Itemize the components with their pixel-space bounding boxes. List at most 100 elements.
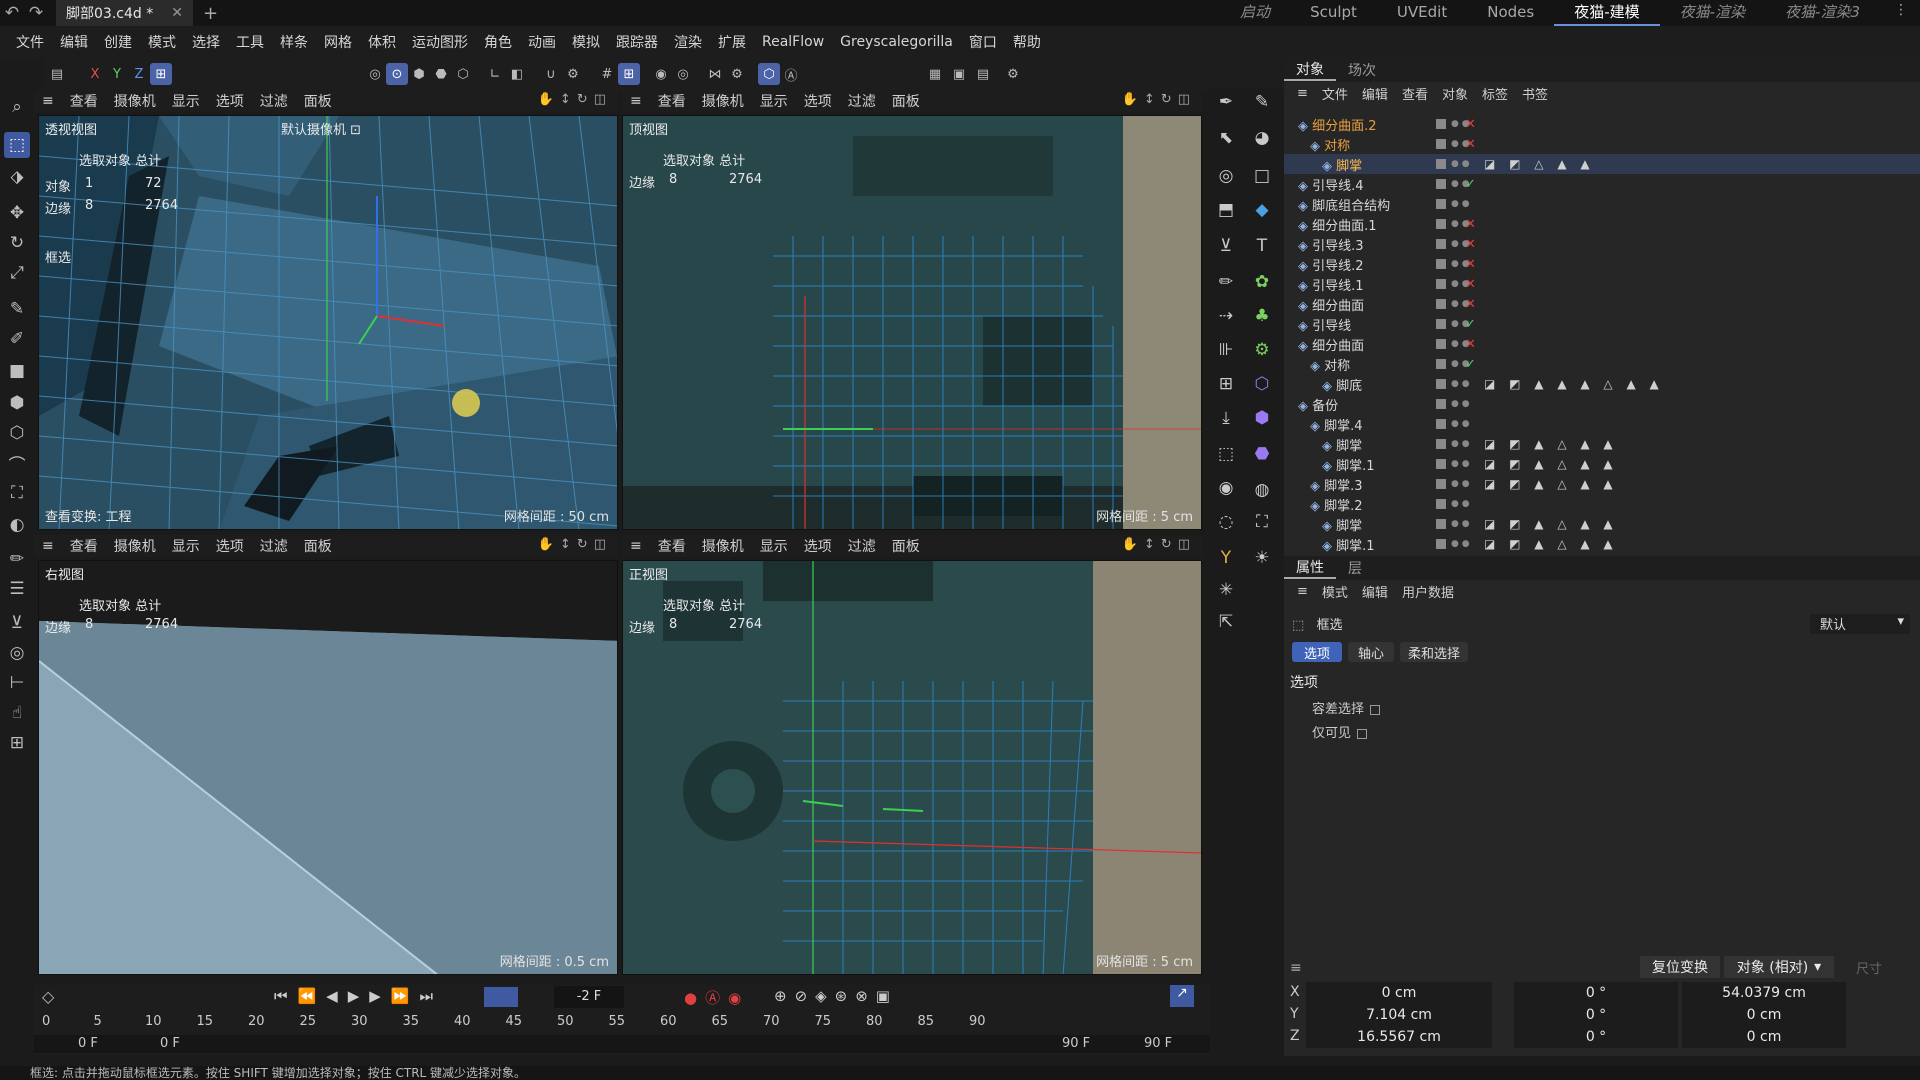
record-controls[interactable]: ●Ⓐ◉ bbox=[684, 987, 749, 1008]
points-mode-icon[interactable]: ⊙ bbox=[386, 63, 408, 85]
environment-icon[interactable]: ⌒ bbox=[4, 450, 30, 476]
coord-field[interactable]: 0 ° bbox=[1514, 1026, 1678, 1048]
attr-tab[interactable]: 属性 bbox=[1284, 557, 1336, 579]
viewport-menu-item[interactable]: 摄像机 bbox=[106, 536, 164, 556]
axis-mode-icon[interactable]: ∟ bbox=[484, 63, 506, 85]
viewport-menu-item[interactable]: 过滤 bbox=[840, 91, 884, 111]
object-row[interactable]: ◈ 细分曲面.1 ● ● ✕ bbox=[1284, 214, 1920, 234]
extrude-icon[interactable]: ⬒ bbox=[1212, 196, 1240, 224]
tab-objects[interactable]: 场次 bbox=[1336, 60, 1388, 80]
layer-swatch[interactable] bbox=[1436, 439, 1446, 449]
coord-field[interactable]: 0 ° bbox=[1514, 1004, 1678, 1026]
visibility-dots[interactable]: ● ● bbox=[1451, 200, 1470, 209]
keyframe-icon[interactable]: ◇ bbox=[42, 987, 54, 1006]
knife-icon[interactable]: ✐ bbox=[4, 326, 30, 352]
more-icon[interactable]: ⋮ bbox=[1894, 2, 1908, 18]
export-icon[interactable]: ⇱ bbox=[1212, 608, 1240, 636]
attr-menu-item[interactable]: 用户数据 bbox=[1395, 582, 1461, 601]
object-row[interactable]: ◈ 脚掌.1 ● ● ◪ ◩ ▲ △ ▲ ▲ bbox=[1284, 534, 1920, 554]
menu-item[interactable]: 运动图形 bbox=[404, 32, 476, 52]
snap-grid-icon[interactable]: # bbox=[596, 63, 618, 85]
viewport-menu-item[interactable]: 选项 bbox=[208, 536, 252, 556]
coord-field[interactable]: 54.0379 cm bbox=[1682, 982, 1846, 1004]
range-bar[interactable]: 0 F 0 F 90 F 90 F bbox=[34, 1035, 1210, 1053]
viewport-menu-item[interactable]: 过滤 bbox=[252, 536, 296, 556]
object-menu-item[interactable]: 编辑 bbox=[1355, 84, 1395, 103]
menu-item[interactable]: 动画 bbox=[520, 32, 564, 52]
viewport-menu-item[interactable]: 显示 bbox=[164, 91, 208, 111]
object-tags[interactable]: ◪ ◩ ▲ △ ▲ ▲ bbox=[1484, 517, 1618, 531]
object-menu-item[interactable]: 文件 bbox=[1315, 84, 1355, 103]
object-row[interactable]: ◈ 脚底组合结构 ● ● bbox=[1284, 194, 1920, 214]
object-row[interactable]: ◈ 对称 ● ● ✓ bbox=[1284, 354, 1920, 374]
deformer-icon[interactable]: ⬢ bbox=[4, 390, 30, 416]
layer-swatch[interactable] bbox=[1436, 399, 1446, 409]
object-row[interactable]: ◈ 引导线.1 ● ● ✕ bbox=[1284, 274, 1920, 294]
hand-icon[interactable]: ☝ bbox=[4, 700, 30, 726]
viewport-menu-item[interactable]: 显示 bbox=[752, 91, 796, 111]
visible-only-checkbox[interactable] bbox=[1357, 728, 1368, 739]
object-row[interactable]: ◈ 对称 ● ● ✕ bbox=[1284, 134, 1920, 154]
coord-field[interactable]: 16.5567 cm bbox=[1306, 1026, 1492, 1048]
model-mode-icon[interactable]: ◎ bbox=[364, 63, 386, 85]
viewport-nav-icons[interactable]: ✋↕↻◫ bbox=[1122, 537, 1196, 552]
visibility-dots[interactable]: ● ● bbox=[1451, 480, 1470, 489]
tolerant-select-option[interactable]: 容差选择 bbox=[1312, 698, 1381, 717]
close-tab-icon[interactable]: ✕ bbox=[171, 5, 183, 21]
light-icon[interactable]: ◐ bbox=[4, 512, 30, 538]
menu-icon[interactable]: ≡ bbox=[622, 93, 650, 109]
brush-icon[interactable]: ✎ bbox=[4, 296, 30, 322]
sky-icon[interactable]: ◍ bbox=[1248, 476, 1276, 504]
target-icon[interactable]: ◎ bbox=[4, 640, 30, 666]
floor-object-icon[interactable]: ⊻ bbox=[1212, 232, 1240, 260]
coord-field[interactable]: 0 ° bbox=[1514, 982, 1678, 1004]
layer-swatch[interactable] bbox=[1436, 499, 1446, 509]
preset-dropdown[interactable]: 默认 ▾ bbox=[1810, 614, 1910, 634]
object-menu-item[interactable]: 标签 bbox=[1475, 84, 1515, 103]
ffd-icon[interactable]: ⬣ bbox=[1248, 440, 1276, 468]
viewport-menu-item[interactable]: 查看 bbox=[62, 536, 106, 556]
object-tags[interactable]: ◪ ◩ ▲ △ ▲ ▲ bbox=[1484, 537, 1618, 551]
viewport-menu-item[interactable]: 摄像机 bbox=[694, 91, 752, 111]
playback-controls[interactable]: ⏮⏪◀▶▶⏩⏭ bbox=[274, 987, 443, 1005]
menu-icon[interactable]: ≡ bbox=[1290, 960, 1302, 976]
layer-swatch[interactable] bbox=[1436, 199, 1446, 209]
selection-tool-icon[interactable]: ⬚ bbox=[4, 132, 30, 158]
coord-mode-dropdown[interactable]: 对象 (相对) ▾ bbox=[1724, 956, 1834, 978]
visibility-dots[interactable]: ● ● bbox=[1451, 420, 1470, 429]
coord-system-icon[interactable]: ⊞ bbox=[150, 63, 172, 85]
tab-soft-selection[interactable]: 柔和选择 bbox=[1400, 642, 1468, 662]
enabled-icon[interactable]: ✓ bbox=[1465, 357, 1476, 372]
spline-pen-icon[interactable]: ✒ bbox=[1212, 88, 1240, 116]
viewport-menu-item[interactable]: 过滤 bbox=[252, 91, 296, 111]
viewport-nav-icons[interactable]: ✋↕↻◫ bbox=[538, 537, 612, 552]
viewport-perspective[interactable]: 透视视图 默认摄像机 ⊡ 选取对象 总计 对象 1 72 边缘 8 2764 框… bbox=[38, 115, 618, 530]
layer-swatch[interactable] bbox=[1436, 479, 1446, 489]
lock-z-button[interactable]: Z bbox=[128, 63, 150, 85]
menu-item[interactable]: 扩展 bbox=[710, 32, 754, 52]
redo-icon[interactable]: ↷ bbox=[24, 3, 48, 23]
layout-tab[interactable]: UVEdit bbox=[1377, 0, 1467, 26]
layer-swatch[interactable] bbox=[1436, 519, 1446, 529]
object-row[interactable]: ◈ 脚掌 ● ● ◪ ◩ △ ▲ ▲ bbox=[1284, 154, 1920, 174]
visibility-dots[interactable]: ● ● bbox=[1451, 440, 1470, 449]
rectangle-icon[interactable]: □ bbox=[1248, 162, 1276, 190]
lock-y-button[interactable]: Y bbox=[106, 63, 128, 85]
object-row[interactable]: ◈ 脚掌 ● ● ◪ ◩ ▲ △ ▲ ▲ bbox=[1284, 434, 1920, 454]
object-row[interactable]: ◈ 引导线.4 ● ● ✓ bbox=[1284, 174, 1920, 194]
layer-swatch[interactable] bbox=[1436, 239, 1446, 249]
coord-field[interactable]: 0 cm bbox=[1306, 982, 1492, 1004]
view-settings-icon[interactable]: ◌ bbox=[1212, 508, 1240, 536]
effector-icon[interactable]: ♣ bbox=[1248, 302, 1276, 330]
symmetry-settings-icon[interactable]: ⚙ bbox=[726, 63, 748, 85]
viewport-menu-item[interactable]: 选项 bbox=[208, 91, 252, 111]
light-object-icon[interactable]: ☀ bbox=[1248, 544, 1276, 572]
object-row[interactable]: ◈ 脚掌 ● ● ◪ ◩ ▲ △ ▲ ▲ bbox=[1284, 514, 1920, 534]
null-object-icon[interactable]: ◎ bbox=[1212, 162, 1240, 190]
menu-item[interactable]: 文件 bbox=[8, 32, 52, 52]
viewport-menu-item[interactable]: 显示 bbox=[752, 536, 796, 556]
cube-icon[interactable]: ◆ bbox=[1248, 196, 1276, 224]
object-row[interactable]: ◈ 备份 ● ● bbox=[1284, 394, 1920, 414]
layer-swatch[interactable] bbox=[1436, 139, 1446, 149]
grid-snap-icon[interactable]: ⊞ bbox=[1212, 370, 1240, 398]
